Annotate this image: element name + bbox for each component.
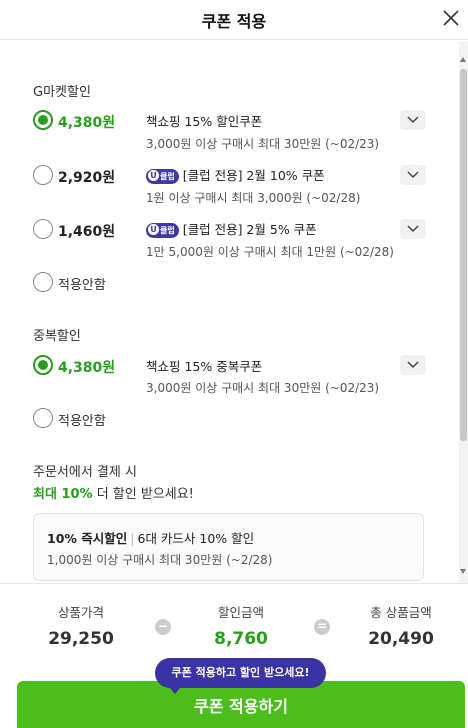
scrollbar-thumb[interactable] — [460, 69, 467, 441]
no-apply-label: 적용안함 — [58, 414, 106, 429]
apply-tooltip: 쿠폰 적용하고 할인 받으세요! — [155, 658, 326, 694]
coupon-dropdown-button[interactable] — [400, 165, 426, 185]
price-value: 29,250 — [48, 629, 114, 649]
close-icon[interactable] — [438, 5, 464, 31]
radio-gmarket-option-1[interactable] — [33, 110, 53, 130]
scroll-up-icon[interactable] — [460, 57, 466, 62]
promo-text-line1: 주문서에서 결제 시 — [33, 465, 137, 480]
card-promo-box: 10% 즉시할인 | 6대 카드사 10% 할인 1,000원 이상 구매시 최대 … — [33, 513, 424, 581]
coupon-dropdown-button[interactable] — [400, 219, 426, 239]
summary-price: 상품가격 29,250 — [16, 602, 146, 649]
option-amount: 2,920원 — [58, 170, 116, 186]
option-amount: 1,460원 — [58, 224, 116, 240]
coupon-dropdown-button[interactable] — [400, 110, 426, 130]
radio-gmarket-no-apply[interactable] — [33, 272, 53, 292]
radio-gmarket-option-3[interactable] — [33, 219, 53, 239]
modal-header: 쿠폰 적용 — [0, 0, 468, 40]
coupon-desc: 1원 이상 구매시 최대 3,000원 (~02/28) — [146, 191, 361, 205]
equals-icon: = — [314, 619, 330, 635]
scroll-down-icon[interactable] — [460, 569, 466, 574]
scrollbar[interactable] — [459, 41, 468, 583]
chevron-down-icon — [407, 225, 419, 233]
minus-icon: − — [155, 619, 171, 635]
radio-duplicate-option-1[interactable] — [33, 355, 53, 375]
coupon-name-row: U 클럽 [클럽 전용] 2월 10% 쿠폰 — [146, 165, 325, 184]
discount-value: 8,760 — [214, 629, 268, 649]
club-badge: U 클럽 — [146, 223, 179, 238]
section-title-duplicate: 중복할인 — [33, 329, 81, 344]
coupon-desc: 3,000원 이상 구매시 최대 30만원 (~02/23) — [146, 137, 380, 151]
radio-gmarket-option-2[interactable] — [33, 165, 53, 185]
coupon-desc: 3,000원 이상 구매시 최대 30만원 (~02/23) — [146, 381, 380, 395]
price-summary: 상품가격 29,250 − 할인금액 8,760 = 총 상품금액 20,490… — [0, 583, 468, 728]
option-amount: 4,380원 — [58, 360, 116, 376]
section-title-gmarket: G마켓할인 — [33, 85, 91, 100]
chevron-down-icon — [407, 116, 419, 124]
promo-text-line2: 최대 10% 더 할인 받으세요! — [33, 487, 194, 502]
coupon-list-scroll[interactable]: G마켓할인 4,380원 책쇼핑 15% 할인쿠폰 3,000원 이상 구매시 … — [0, 41, 468, 583]
coupon-name: 책쇼핑 15% 중복쿠폰 — [146, 359, 263, 374]
radio-duplicate-no-apply[interactable] — [33, 408, 53, 428]
card-promo-title: 10% 즉시할인 | 6대 카드사 10% 할인 — [47, 531, 255, 546]
promo-highlight: 최대 10% — [33, 487, 93, 502]
u-club-icon: U — [148, 224, 159, 235]
coupon-name: [클럽 전용] 2월 10% 쿠폰 — [182, 168, 325, 183]
summary-discount: 할인금액 8,760 — [176, 602, 306, 649]
coupon-dropdown-button[interactable] — [400, 355, 426, 375]
u-club-icon: U — [148, 170, 159, 181]
chevron-down-icon — [407, 171, 419, 179]
total-value: 20,490 — [368, 629, 434, 649]
card-promo-desc: 1,000원 이상 구매시 최대 30만원 (~2/28) — [47, 553, 273, 567]
no-apply-label: 적용안함 — [58, 278, 106, 293]
club-badge: U 클럽 — [146, 169, 179, 184]
coupon-desc: 1만 5,000원 이상 구매시 최대 1만원 (~02/28) — [146, 245, 394, 259]
coupon-name: 책쇼핑 15% 할인쿠폰 — [146, 114, 263, 129]
coupon-name-row: U 클럽 [클럽 전용] 2월 5% 쿠폰 — [146, 219, 317, 238]
apply-coupon-button[interactable]: 쿠폰 적용하기 — [17, 681, 465, 728]
coupon-name: [클럽 전용] 2월 5% 쿠폰 — [182, 222, 317, 237]
modal-title: 쿠폰 적용 — [201, 12, 267, 31]
chevron-down-icon — [407, 361, 419, 369]
summary-total: 총 상품금액 20,490 — [336, 602, 466, 649]
option-amount: 4,380원 — [58, 115, 116, 131]
